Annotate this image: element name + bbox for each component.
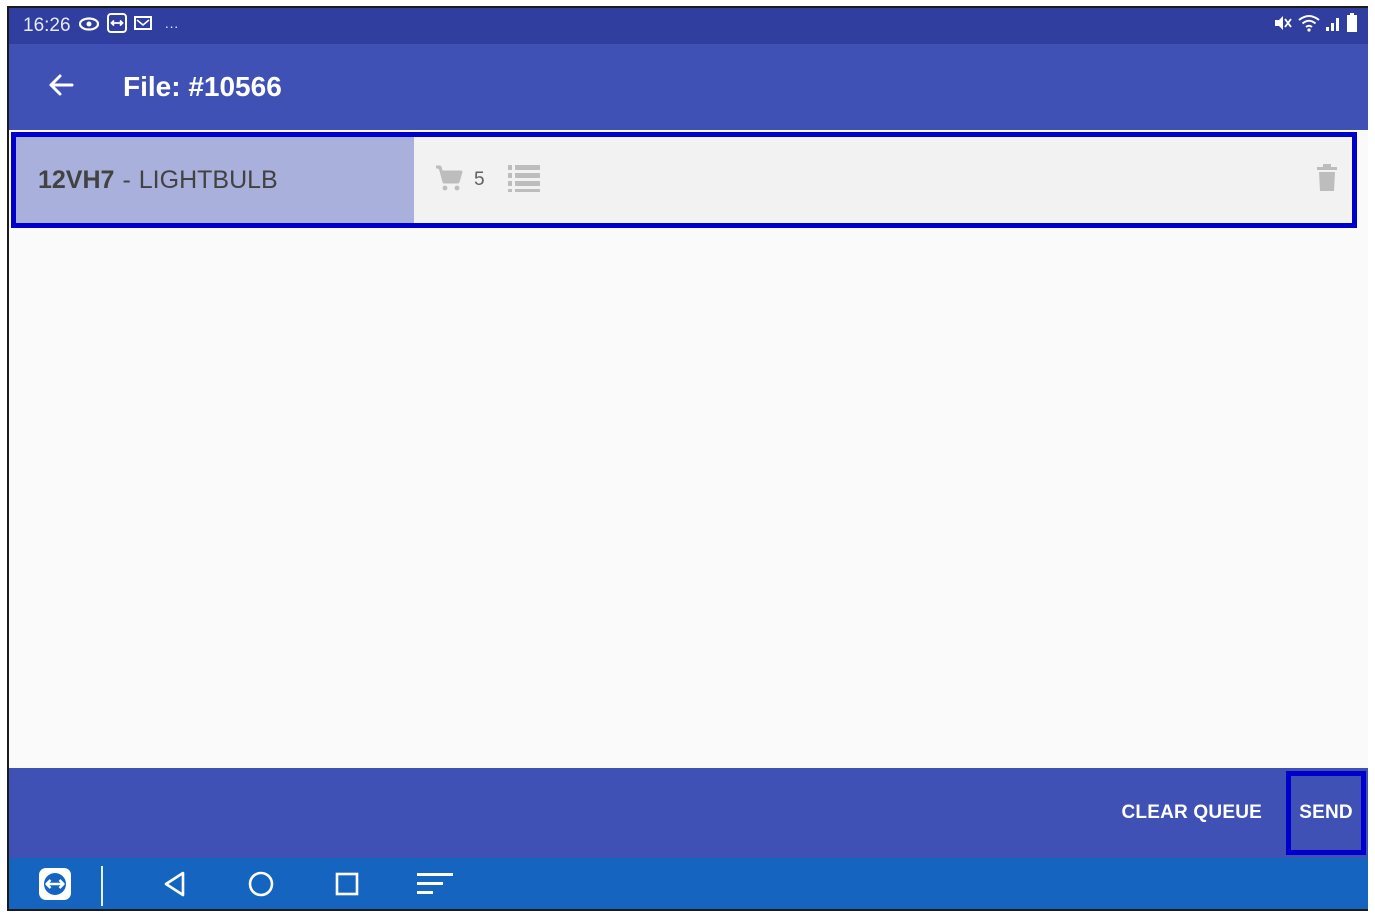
item-name: LIGHTBULB [138,165,278,194]
status-right [1273,13,1368,39]
back-button[interactable] [39,65,83,109]
trash-icon [1316,163,1338,197]
teamviewer-nav-button[interactable] [31,864,79,908]
back-triangle-icon [161,870,189,903]
arrow-left-icon [48,73,74,102]
nav-menu-button[interactable] [411,864,459,908]
cart-icon [434,163,464,198]
system-nav-bar [9,858,1368,909]
battery-icon [1346,13,1358,39]
status-left: 16:26 ··· [9,13,179,39]
bottom-action-bar: CLEAR QUEUE SEND [9,768,1368,858]
menu-lines-icon [415,870,455,903]
nav-home-button[interactable] [237,864,285,908]
signal-icon [1325,14,1341,38]
item-separator: - [122,165,131,194]
more-notifications-icon: ··· [164,18,179,34]
queue-item-label[interactable]: 12VH7 - LIGHTBULB [16,137,414,223]
send-button[interactable]: SEND [1286,771,1366,855]
queue-item-actions: 5 [414,137,1352,223]
item-quantity: 5 [474,169,485,190]
mute-icon [1273,14,1293,38]
nav-recents-button[interactable] [323,864,371,908]
clear-queue-button[interactable]: CLEAR QUEUE [1116,783,1269,843]
teamviewer-icon [106,13,127,39]
recents-square-icon [334,871,360,902]
queue-item-row[interactable]: 12VH7 - LIGHTBULB 5 [11,132,1357,228]
home-circle-icon [247,870,275,903]
status-bar: 16:26 ··· [9,8,1368,44]
status-time: 16:26 [23,15,71,36]
teamviewer-icon [38,867,72,906]
list-icon[interactable] [507,163,541,198]
page-title: File: #10566 [123,71,282,102]
nav-back-button[interactable] [151,864,199,908]
wifi-icon [1298,14,1320,38]
eye-icon [78,15,100,37]
device-screen: 16:26 ··· File: #10566 12VH7 - LIGHTBULB… [7,6,1368,911]
item-code: 12VH7 [38,165,115,194]
mail-icon [133,15,152,37]
delete-item-button[interactable] [1316,163,1338,197]
app-bar: File: #10566 [9,44,1368,130]
nav-divider [101,866,103,906]
